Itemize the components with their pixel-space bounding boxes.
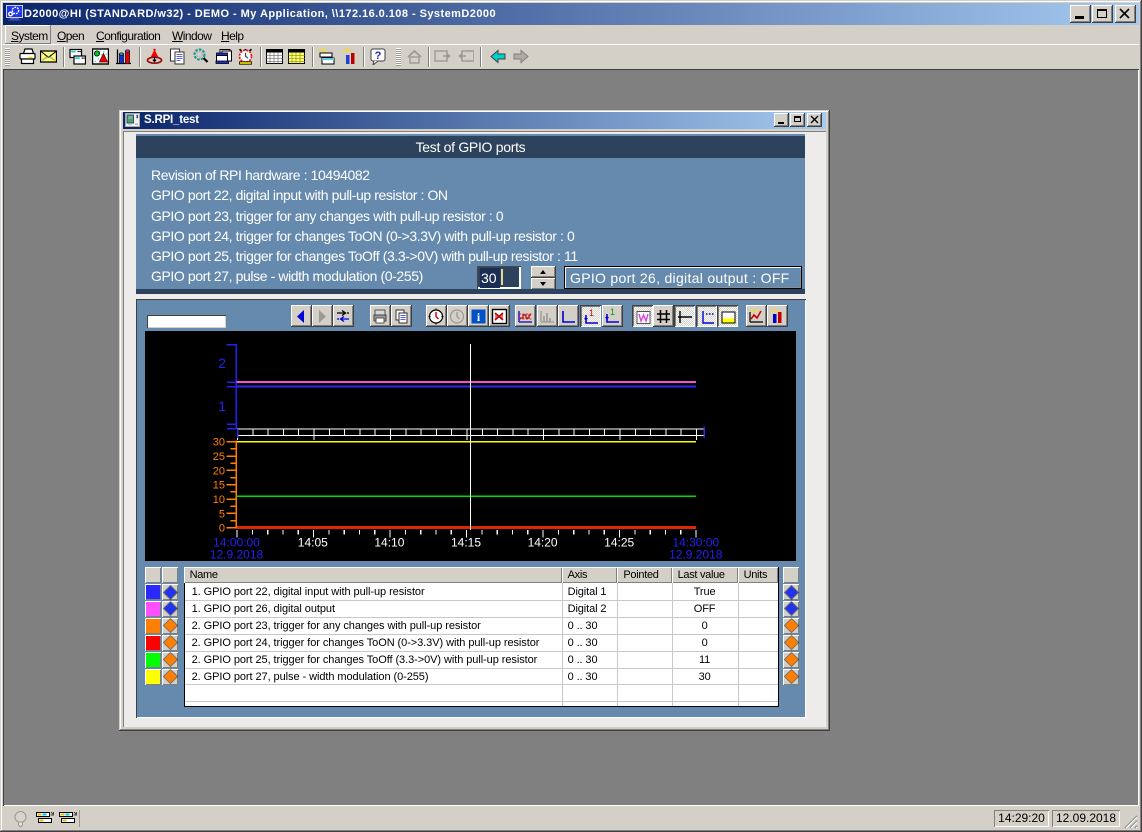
svg-text:14:05: 14:05: [298, 536, 328, 550]
svg-text:30: 30: [213, 437, 225, 449]
svg-text:1: 1: [218, 398, 226, 414]
svg-text:?: ?: [375, 50, 382, 62]
svg-text:14:15: 14:15: [451, 536, 481, 550]
svg-text:14:25: 14:25: [604, 536, 634, 550]
svg-text:25: 25: [213, 451, 225, 463]
svg-text:10: 10: [213, 494, 225, 506]
svg-text:15: 15: [213, 480, 225, 492]
svg-text:12.9.2018: 12.9.2018: [669, 548, 723, 562]
svg-text:12.9.2018: 12.9.2018: [210, 548, 264, 562]
svg-text:14:10: 14:10: [374, 536, 404, 550]
svg-text:2: 2: [218, 355, 226, 371]
svg-text:20: 20: [213, 465, 225, 477]
svg-text:1: 1: [589, 308, 594, 318]
svg-text:0: 0: [219, 523, 225, 535]
svg-text:1: 1: [610, 307, 615, 317]
svg-text:14:20: 14:20: [528, 536, 558, 550]
svg-text:5: 5: [219, 508, 225, 520]
